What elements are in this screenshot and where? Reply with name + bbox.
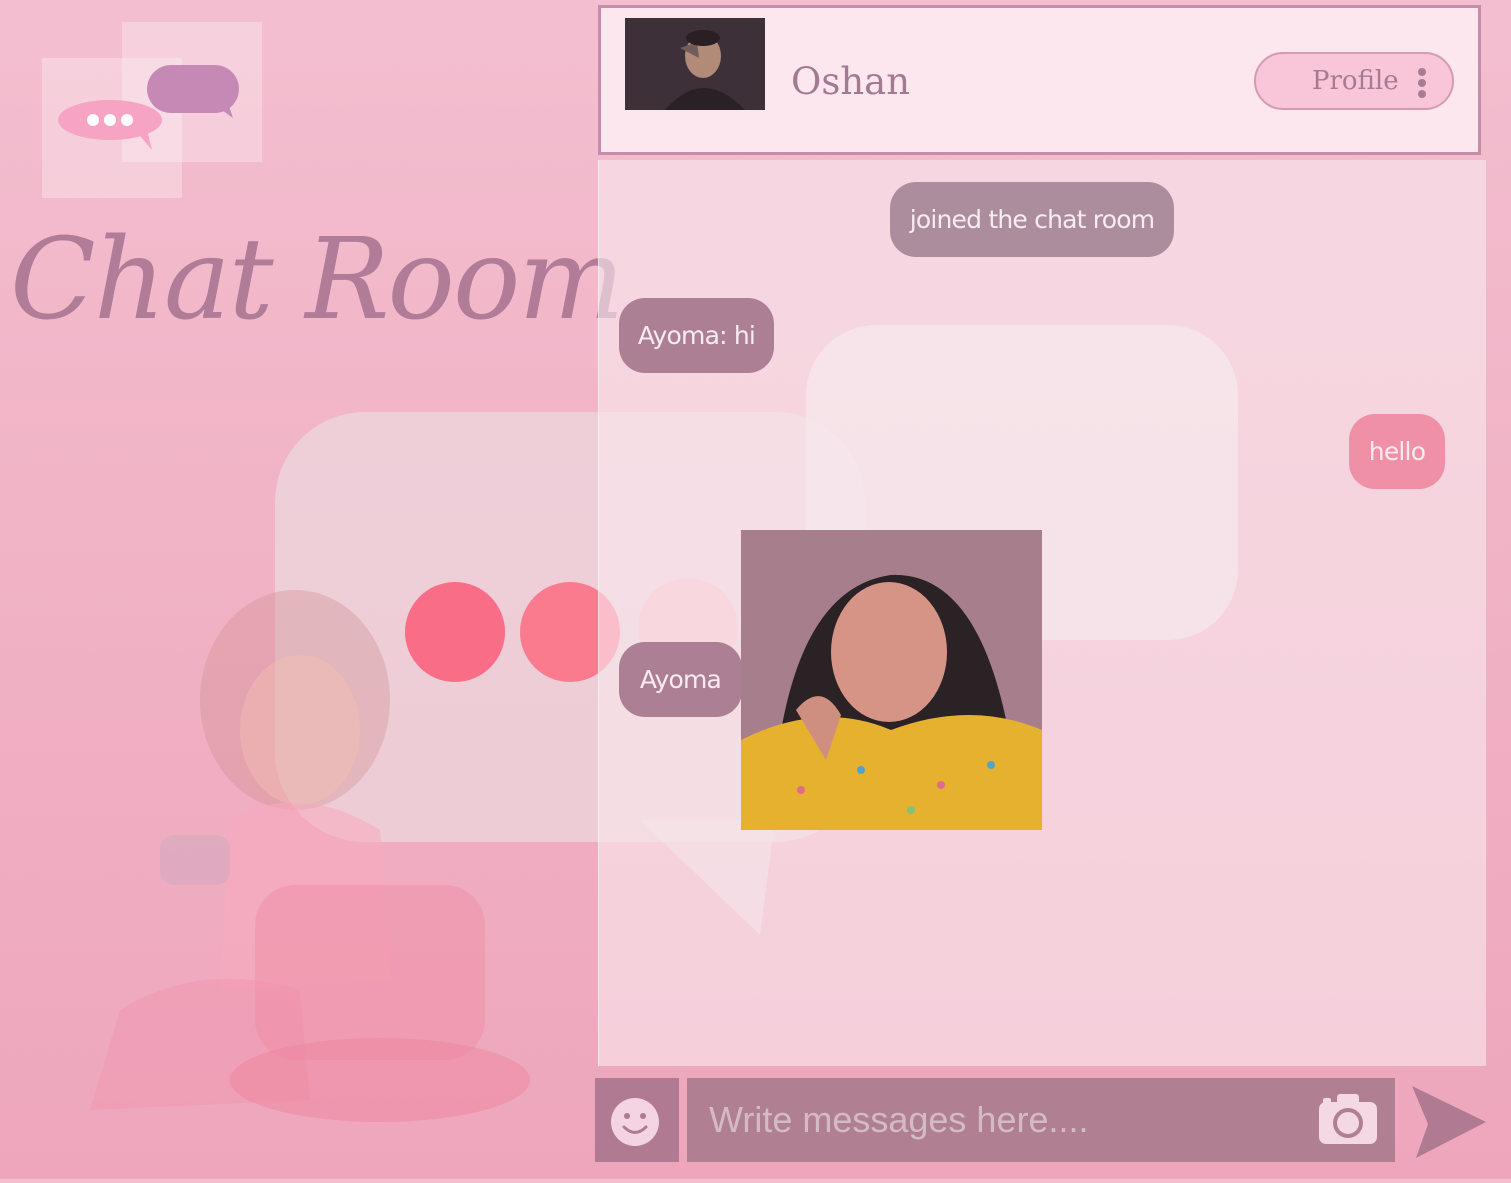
emoji-button[interactable] bbox=[595, 1078, 679, 1162]
messages-area[interactable] bbox=[598, 160, 1486, 1066]
kebab-menu-icon[interactable] bbox=[1418, 68, 1426, 98]
system-message: joined the chat room bbox=[890, 182, 1174, 257]
smiley-icon bbox=[611, 1098, 659, 1146]
brand-title: Chat Room bbox=[10, 215, 625, 345]
send-icon[interactable] bbox=[1406, 1082, 1490, 1162]
message-input[interactable] bbox=[687, 1078, 1297, 1162]
profile-button-label: Profile bbox=[1312, 66, 1399, 96]
incoming-message: Ayoma: hi bbox=[619, 298, 774, 373]
contact-name: Oshan bbox=[791, 60, 911, 103]
incoming-message-sender: Ayoma bbox=[619, 642, 742, 717]
shared-image-message[interactable] bbox=[741, 530, 1042, 830]
message-composer bbox=[687, 1078, 1395, 1162]
profile-button[interactable]: Profile bbox=[1254, 52, 1454, 110]
chat-header: Oshan Profile bbox=[598, 5, 1481, 155]
outgoing-message: hello bbox=[1349, 414, 1445, 489]
chat-bubbles-icon bbox=[58, 65, 239, 150]
camera-icon[interactable] bbox=[1315, 1088, 1381, 1150]
contact-avatar[interactable] bbox=[625, 18, 765, 110]
